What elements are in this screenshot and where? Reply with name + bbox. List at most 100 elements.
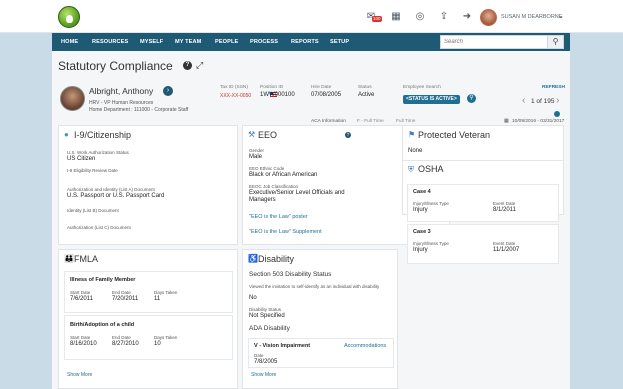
osha-date-label: Event Date [493, 241, 516, 246]
eeo-field-label: EEOC Job Classification [249, 184, 299, 189]
nav-myself[interactable]: MYSELF [140, 33, 163, 51]
disability-section: Section 503 Disability Status [249, 271, 332, 278]
pager-count: 1 of 195 [531, 98, 555, 105]
fmla-entry[interactable]: Illness of Family Member Start Date 7/6/… [64, 271, 233, 313]
i9-title: I-9/Citizenship [74, 130, 132, 140]
nav-resources[interactable]: RESOURCES [92, 33, 128, 51]
eeo-supplement-link[interactable]: "EEO is the Law" Supplement [249, 229, 322, 235]
eeo-title: EEO [258, 130, 278, 140]
help-icon[interactable]: ? [345, 132, 351, 138]
status-value: Active [358, 92, 375, 98]
fmla-end-label: End Date [112, 290, 131, 295]
status-label: Status [358, 85, 372, 90]
osha-date-value: 8/1/2011 [493, 207, 516, 213]
search-icon[interactable]: ⚲ [547, 36, 563, 48]
fmla-start-label: Start Date [70, 335, 91, 340]
fmla-start-value: 8/16/2010 [70, 341, 97, 347]
aca-mark-2: Full Time [396, 119, 416, 124]
user-avatar[interactable] [480, 9, 497, 26]
disability-invite-label: Viewed the invitation to self-identify a… [249, 284, 380, 289]
user-name[interactable]: SUSAN M DEARBORNE [501, 14, 562, 20]
divider [403, 160, 563, 161]
hire-date-label: Hire Date [311, 85, 332, 90]
i9-card: ● I-9/Citizenship U.S. Work Authorizatio… [58, 125, 238, 245]
aca-dates: 10/09/2016 - 03/31/2017 [512, 119, 565, 124]
search-box: ⚲ [440, 35, 564, 49]
nav-setup[interactable]: SETUP [330, 33, 349, 51]
calendar-icon[interactable]: ▦ [389, 11, 403, 23]
nav-people[interactable]: PEOPLE [215, 33, 238, 51]
fmla-entry-title: Illness of Family Member [70, 277, 136, 283]
eeo-poster-link[interactable]: "EEO is the Law" poster [249, 214, 308, 220]
osha-case[interactable]: Case 4 Injury/Illness Type Injury Event … [407, 184, 559, 222]
nav-home[interactable]: HOME [61, 33, 78, 51]
employee-avatar [60, 86, 85, 111]
ada-date-label: Date [254, 353, 264, 358]
exit-icon[interactable]: ➜ [460, 11, 474, 23]
eeo-field-value: Male [249, 154, 263, 160]
chevron-right-icon[interactable]: › [556, 95, 559, 106]
help-icon[interactable]: ? [183, 61, 192, 70]
i9-field-value: US Citizen [67, 156, 96, 162]
i9-field-label: Authorization (List C) Document [67, 225, 131, 230]
osha-type-value: Injury [413, 247, 428, 253]
fmla-end-label: End Date [112, 335, 131, 340]
osha-icon: ⛨ [408, 165, 414, 174]
employee-go-icon[interactable]: › [163, 86, 173, 96]
disability-show-more[interactable]: Show More [251, 372, 276, 378]
chevron-left-icon[interactable]: ‹ [522, 95, 525, 106]
top-bar: ✉ 100 ▦ ◎ ⇪ ➜ SUSAN M DEARBORNE ⌄ [0, 0, 623, 33]
ada-date-value: 7/8/2005 [254, 359, 278, 365]
aca-mark-1: F - Full Time [357, 119, 384, 124]
fmla-end-value: 8/27/2010 [112, 341, 139, 347]
pager-indicator [554, 111, 560, 117]
aca-label: ACA Information [311, 119, 346, 124]
chat-icon[interactable]: ◎ [413, 11, 427, 23]
fmla-entry-title: Birth/Adoption of a child [70, 322, 135, 328]
osha-type-value: Injury [413, 207, 428, 213]
position-id-value: 1WW000100 [260, 92, 295, 98]
search-input[interactable] [444, 36, 544, 48]
tax-id-label: Tax ID (SSN) [220, 85, 248, 90]
ada-entry[interactable]: V - Vision Impairment Accommodations Dat… [248, 338, 394, 368]
eeo-field-label: Gender [249, 148, 265, 153]
expand-icon[interactable]: ⤢ [196, 60, 203, 71]
company-logo[interactable] [58, 6, 80, 28]
flag-icon: ⚑ [408, 130, 416, 139]
share-icon[interactable]: ⇪ [437, 11, 451, 23]
disability-card: ♿ Disability Section 503 Disability Stat… [242, 249, 398, 389]
fmla-end-value: 7/20/2011 [112, 296, 139, 302]
eeo-field-value: Black or African American [249, 172, 318, 178]
tax-id-value[interactable]: XXX-XX-0050 [220, 93, 251, 99]
employee-name[interactable]: Albright, Anthony [89, 86, 153, 96]
osha-date-label: Event Date [493, 201, 516, 206]
accessibility-icon: ♿ [248, 254, 258, 263]
i9-field-value: U.S. Passport or U.S. Passport Card [67, 193, 165, 199]
chevron-down-icon[interactable]: ⌄ [558, 12, 564, 20]
nav-process[interactable]: PROCESS [250, 33, 278, 51]
fmla-start-label: Start Date [70, 290, 91, 295]
osha-type-label: Injury/Illness Type [413, 201, 449, 206]
nav-my-team[interactable]: MY TEAM [175, 33, 201, 51]
nav-reports[interactable]: REPORTS [291, 33, 319, 51]
fmla-show-more[interactable]: Show More [67, 372, 92, 378]
search-icon[interactable]: ⚲ [467, 94, 476, 103]
hire-date-value: 07/08/2005 [311, 92, 342, 98]
calendar-icon: ▦ [504, 119, 509, 124]
fmla-days-value: 10 [154, 341, 161, 347]
osha-case[interactable]: Case 3 Injury/Illness Type Injury Event … [407, 224, 559, 264]
eeo-field-value: Executive/Senior Level Officials and Man… [249, 190, 345, 203]
disability-title: Disability [258, 254, 295, 264]
fmla-start-value: 7/6/2011 [70, 296, 93, 302]
i9-field-label: U.S. Work Authorization Status [67, 150, 129, 155]
accommodations-link[interactable]: Accommodations [344, 343, 386, 349]
employee-department: Home Department : 111000 - Corporate Sta… [89, 107, 189, 113]
fmla-entry[interactable]: Birth/Adoption of a child Start Date 8/1… [64, 315, 233, 360]
osha-case-title: Case 3 [413, 229, 431, 235]
ada-impairment: V - Vision Impairment [254, 343, 311, 349]
fmla-title: FMLA [74, 254, 99, 264]
main-content: Statutory Compliance ? ⤢ Albright, Antho… [52, 51, 570, 389]
osha-title: OSHA [418, 164, 444, 174]
refresh-link[interactable]: REFRESH [542, 85, 565, 90]
status-filter-pill[interactable]: <STATUS IS ACTIVE> [403, 95, 460, 104]
